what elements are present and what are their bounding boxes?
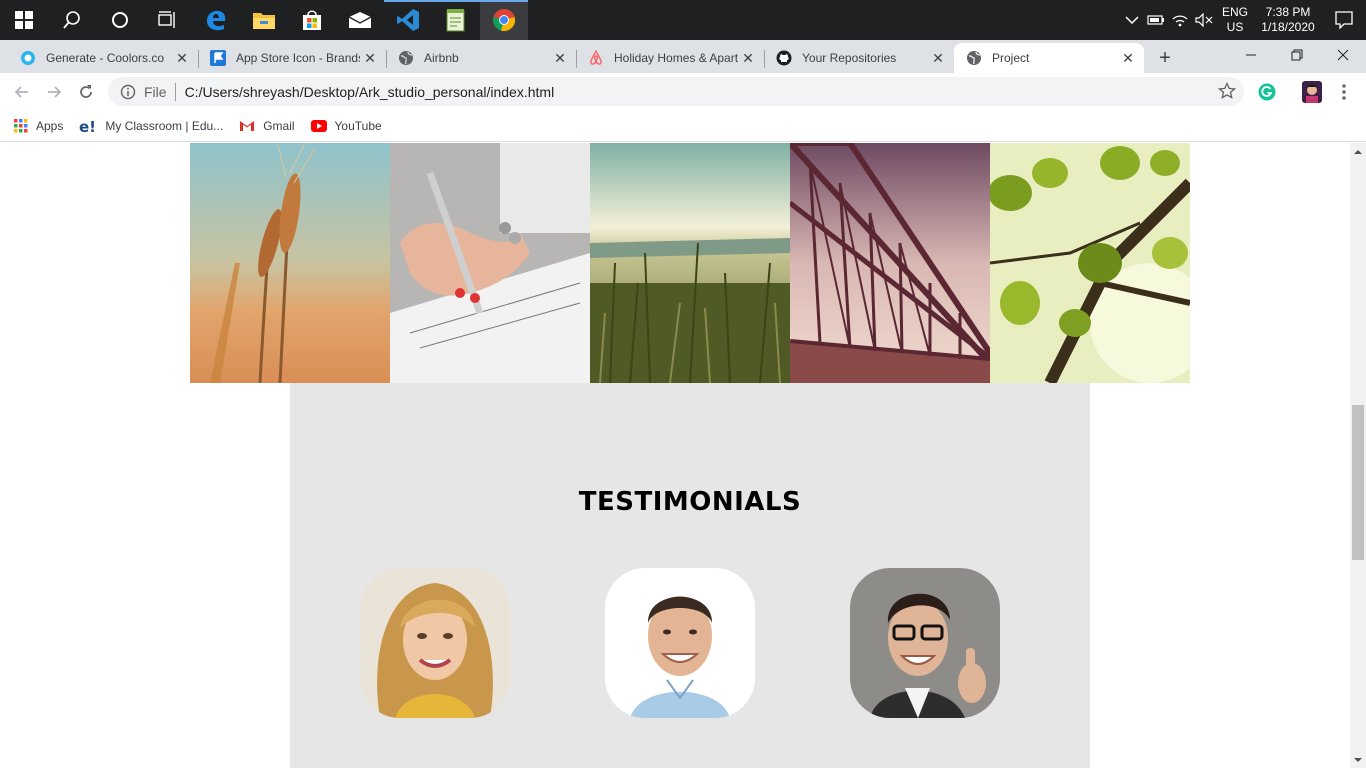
clock-time: 7:38 PM	[1265, 5, 1311, 19]
profile-avatar[interactable]	[1298, 78, 1326, 106]
tab-coolors[interactable]: Generate - Coolors.co ✕	[8, 43, 198, 73]
tab-title: Generate - Coolors.co	[46, 51, 165, 65]
bookmark-gmail[interactable]: Gmail	[239, 118, 295, 133]
woman-avatar	[360, 568, 510, 718]
battery-icon[interactable]	[1144, 0, 1168, 40]
back-button[interactable]	[8, 78, 36, 106]
apps-grid-icon	[14, 118, 28, 133]
restore-button[interactable]	[1274, 40, 1320, 70]
url-text[interactable]: C:/Users/shreyash/Desktop/Ark_studio_per…	[185, 84, 555, 100]
language-region: US	[1226, 20, 1244, 34]
tab-title: Your Repositories	[802, 51, 897, 65]
clock-date: 1/18/2020	[1261, 20, 1315, 34]
bookmark-my-classroom[interactable]: e! My Classroom | Edu...	[79, 118, 223, 134]
edge-icon[interactable]	[192, 0, 240, 40]
divider	[174, 82, 176, 101]
globe-icon	[398, 50, 414, 66]
bookmarks-bar: Apps e! My Classroom | Edu... Gmail YouT…	[0, 110, 1366, 142]
address-bar[interactable]: File C:/Users/shreyash/Desktop/Ark_studi…	[108, 77, 1244, 106]
minimize-button[interactable]	[1228, 40, 1274, 70]
scheme-label: File	[144, 83, 167, 100]
photo-gallery	[190, 143, 1190, 383]
close-tab-icon[interactable]: ✕	[928, 48, 948, 68]
bookmark-label: Gmail	[263, 118, 295, 133]
mail-icon[interactable]	[336, 0, 384, 40]
flag-icon	[210, 50, 226, 66]
tab-airbnb[interactable]: Airbnb ✕	[386, 43, 576, 73]
edureka-icon: e!	[79, 118, 97, 134]
page-scrollbar[interactable]	[1350, 143, 1366, 768]
clock[interactable]: 7:38 PM 1/18/2020	[1254, 5, 1322, 35]
page-viewport: TESTIMONIALS	[0, 143, 1350, 768]
browser-toolbar: File C:/Users/shreyash/Desktop/Ark_studi…	[0, 73, 1366, 110]
leaves-photo	[990, 143, 1190, 383]
grammarly-extension-icon[interactable]	[1253, 78, 1281, 106]
notepad-icon[interactable]	[432, 0, 480, 40]
bookmark-apps[interactable]: Apps	[14, 118, 64, 133]
input-language[interactable]: ENG US	[1216, 5, 1254, 35]
smiling-man-avatar	[605, 568, 755, 718]
bookmark-label: My Classroom | Edu...	[105, 118, 224, 133]
bookmark-youtube[interactable]: YouTube	[310, 118, 382, 133]
bookmark-label: Apps	[36, 118, 64, 133]
windows-taskbar: ENG US 7:38 PM 1/18/2020	[0, 0, 1366, 40]
tab-holiday-homes[interactable]: Holiday Homes & Apartments ✕	[576, 43, 764, 73]
notification-icon[interactable]	[1322, 0, 1366, 40]
store-icon[interactable]	[288, 0, 336, 40]
tab-title: Airbnb	[424, 51, 459, 65]
tab-title: Holiday Homes & Apartments	[614, 51, 738, 65]
gmail-icon	[239, 120, 255, 132]
task-view-icon[interactable]	[144, 0, 192, 40]
info-icon[interactable]	[118, 82, 138, 102]
bridge-photo	[790, 143, 990, 383]
system-tray: ENG US 7:38 PM 1/18/2020	[1120, 0, 1366, 40]
field-photo	[590, 143, 790, 383]
close-tab-icon[interactable]: ✕	[1118, 48, 1138, 68]
chevron-up-icon[interactable]	[1120, 0, 1144, 40]
close-window-button[interactable]	[1320, 40, 1366, 70]
forward-button[interactable]	[40, 78, 68, 106]
tab-title: Project	[992, 51, 1030, 65]
cortana-icon[interactable]	[96, 0, 144, 40]
volume-muted-icon[interactable]	[1192, 0, 1216, 40]
chrome-icon[interactable]	[480, 0, 528, 40]
wheat-photo	[190, 143, 390, 383]
scroll-up-icon[interactable]	[1350, 143, 1366, 160]
language-code: ENG	[1221, 5, 1248, 19]
scrollbar-thumb[interactable]	[1352, 405, 1364, 560]
reload-button[interactable]	[72, 78, 100, 106]
tab-your-repositories[interactable]: Your Repositories ✕	[764, 43, 954, 73]
airbnb-icon	[588, 50, 604, 66]
wifi-icon[interactable]	[1168, 0, 1192, 40]
windows-start-icon[interactable]	[0, 0, 48, 40]
close-tab-icon[interactable]: ✕	[738, 48, 758, 68]
bookmark-label: YouTube	[334, 118, 382, 133]
github-icon	[776, 50, 792, 66]
bookmark-star-icon[interactable]	[1217, 81, 1237, 103]
tab-app-store-icon[interactable]: App Store Icon - Brands ✕	[198, 43, 386, 73]
close-tab-icon[interactable]: ✕	[360, 48, 380, 68]
tab-project[interactable]: Project ✕	[954, 43, 1144, 73]
tab-title: App Store Icon - Brands	[236, 51, 360, 65]
writing-photo	[390, 143, 590, 383]
file-explorer-icon[interactable]	[240, 0, 288, 40]
testimonials-section: TESTIMONIALS	[290, 383, 1090, 768]
testimonials-title: TESTIMONIALS	[578, 487, 802, 517]
close-tab-icon[interactable]: ✕	[172, 48, 192, 68]
close-tab-icon[interactable]: ✕	[550, 48, 570, 68]
new-tab-button[interactable]: +	[1152, 45, 1178, 71]
coolors-icon	[20, 50, 36, 66]
search-icon[interactable]	[48, 0, 96, 40]
youtube-icon	[310, 119, 327, 132]
chrome-menu-icon[interactable]	[1330, 78, 1358, 106]
vscode-icon[interactable]	[384, 0, 432, 40]
scroll-down-icon[interactable]	[1350, 751, 1366, 768]
globe-icon	[966, 50, 982, 66]
svg-text:e!: e!	[79, 118, 96, 134]
glasses-man-avatar	[850, 568, 1000, 718]
